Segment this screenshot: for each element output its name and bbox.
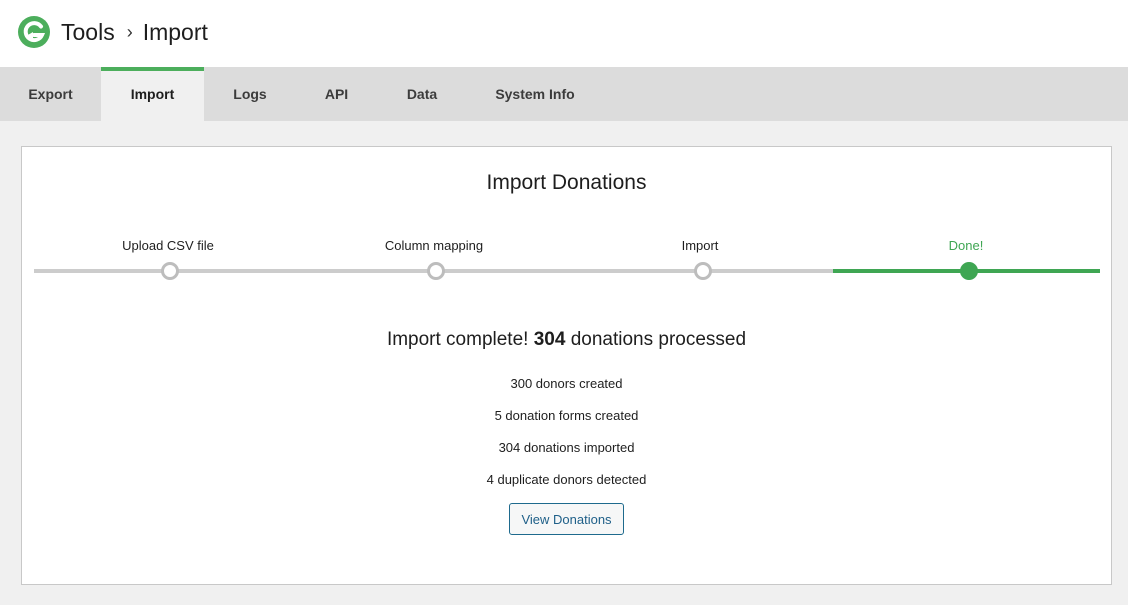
result-suffix: donations processed [570,329,747,350]
step-dot-import [694,262,712,280]
step-label-import: Import [681,238,719,253]
tab-api[interactable]: API [296,67,377,121]
result-count: 304 [533,329,566,350]
step-label-upload: Upload CSV file [122,238,214,253]
tab-logs[interactable]: Logs [204,67,296,121]
panel-title: Import Donations [486,171,647,194]
import-panel: Import Donations Upload CSV file Column … [21,146,1112,585]
step-label-done: Done! [948,238,984,253]
step-dot-upload [161,262,179,280]
progress-steps: Upload CSV file Column mapping Import Do… [34,235,1100,285]
breadcrumb-tools[interactable]: Tools [61,19,115,46]
tab-import[interactable]: Import [101,67,204,121]
stat-donations-imported: 304 donations imported [498,440,635,455]
breadcrumb-separator-icon: › [126,21,133,42]
import-stats-list: 300 donors created 5 donation forms crea… [22,376,1111,504]
stat-donors-created: 300 donors created [510,376,623,391]
import-result-heading: Import complete! 304 donations processed [22,329,1111,351]
stat-forms-created: 5 donation forms created [494,408,639,423]
step-dot-mapping [427,262,445,280]
tab-export[interactable]: Export [0,67,101,121]
tab-system-info[interactable]: System Info [467,67,603,121]
view-donations-button[interactable]: View Donations [509,503,624,535]
step-label-mapping: Column mapping [384,238,484,253]
breadcrumb: Tools › Import [61,17,208,47]
step-dot-done [960,262,978,280]
page-header: Tools › Import [0,0,1128,67]
give-logo-icon [18,16,50,48]
breadcrumb-import: Import [142,18,208,45]
tab-data[interactable]: Data [377,67,467,121]
result-prefix: Import complete! [386,329,529,350]
tab-bar: Export Import Logs API Data System Info [0,67,1128,121]
stat-duplicate-donors: 4 duplicate donors detected [486,472,647,487]
